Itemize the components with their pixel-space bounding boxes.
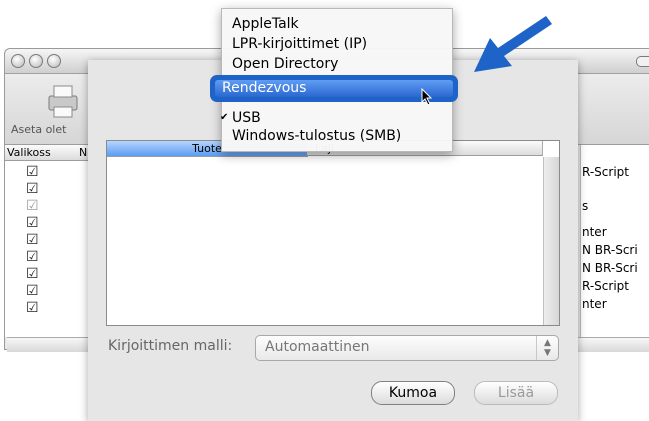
stepper-arrows-icon: ▲ ▼ bbox=[536, 336, 558, 360]
check-icon: ✔ bbox=[220, 112, 229, 123]
menu-item-usb[interactable]: ✔ USB bbox=[220, 109, 452, 127]
menu-item-rendezvous-label: Rendezvous bbox=[222, 80, 307, 96]
check-icon[interactable]: ☑ bbox=[26, 165, 39, 179]
blue-arrow-icon bbox=[474, 16, 552, 72]
list-item[interactable]: s bbox=[582, 199, 588, 213]
add-button[interactable]: Lisää bbox=[474, 381, 558, 405]
vertical-scrollbar[interactable] bbox=[543, 157, 559, 325]
printer-icon[interactable] bbox=[43, 82, 83, 122]
list-item[interactable]: N BR-Scri bbox=[582, 243, 638, 257]
printer-model-select[interactable]: Automaattinen ▲ ▼ bbox=[255, 335, 559, 361]
check-icon[interactable]: ☑ bbox=[26, 182, 39, 196]
check-icon[interactable]: ☑ bbox=[26, 250, 39, 264]
list-item[interactable]: N BR-Scri bbox=[582, 261, 638, 275]
toolbar-toggle-button[interactable] bbox=[636, 56, 649, 67]
printer-table-right: R-Script s nter N BR-Scri N BR-Scri R-Sc… bbox=[580, 145, 649, 337]
printer-model-value: Automaattinen bbox=[265, 339, 370, 355]
table-header: Valikoss N bbox=[5, 145, 89, 161]
zoom-traffic-light-icon[interactable] bbox=[47, 54, 61, 68]
menu-item-lpr[interactable]: LPR-kirjoittimet (IP) bbox=[222, 35, 452, 53]
close-traffic-light-icon[interactable] bbox=[11, 54, 25, 68]
printer-browser-table: Tuote Laji bbox=[106, 140, 560, 326]
check-icon[interactable]: ☑ bbox=[26, 267, 39, 281]
printer-model-label: Kirjoittimen malli: bbox=[108, 338, 233, 354]
check-icon[interactable]: ☑ bbox=[26, 301, 39, 315]
printer-table-left: Valikoss N ☑ ☑ ☑ ☑ ☑ ☑ ☑ ☑ ☑ bbox=[5, 145, 90, 337]
minimize-traffic-light-icon[interactable] bbox=[29, 54, 43, 68]
check-icon[interactable]: ☑ bbox=[26, 216, 39, 230]
menu-item-usb-label: USB bbox=[232, 110, 261, 126]
toolbar-label-default: Aseta olet bbox=[11, 123, 67, 136]
check-icon[interactable]: ☑ bbox=[26, 284, 39, 298]
column-header-in-menu[interactable]: Valikoss bbox=[7, 146, 51, 159]
menu-item-appletalk[interactable]: AppleTalk bbox=[222, 15, 452, 33]
check-icon[interactable]: ☑ bbox=[26, 233, 39, 247]
column-header-name[interactable]: N bbox=[79, 146, 87, 159]
check-icon[interactable]: ☑ bbox=[26, 199, 39, 213]
list-item[interactable]: R-Script bbox=[582, 165, 629, 179]
pointer-cursor-icon bbox=[421, 88, 433, 106]
list-item[interactable]: R-Script bbox=[582, 279, 629, 293]
menu-item-open-directory[interactable]: Open Directory bbox=[222, 55, 452, 73]
menu-item-smb[interactable]: Windows-tulostus (SMB) bbox=[222, 127, 452, 145]
list-item[interactable]: nter bbox=[582, 297, 607, 311]
cancel-button[interactable]: Kumoa bbox=[371, 381, 455, 405]
list-item[interactable]: nter bbox=[582, 225, 607, 239]
